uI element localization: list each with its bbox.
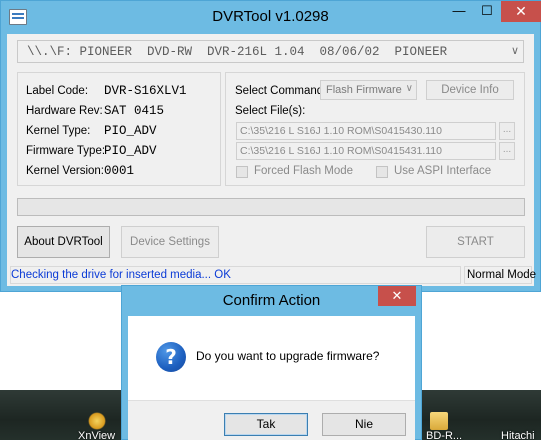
select-command-label: Select Command: bbox=[235, 85, 327, 97]
close-button[interactable]: ✕ bbox=[501, 1, 541, 22]
minimize-button[interactable]: — bbox=[446, 1, 472, 22]
drive-path: \\.\F: PIONEER DVD-RW DVR-216L 1.04 08/0… bbox=[27, 45, 448, 59]
aspi-label: Use ASPI Interface bbox=[394, 165, 492, 177]
forced-flash-label: Forced Flash Mode bbox=[254, 165, 354, 177]
status-mode-panel: Normal Mode bbox=[464, 266, 536, 284]
dialog-title: Confirm Action bbox=[222, 292, 321, 309]
desktop-item-xnview[interactable]: XnView bbox=[78, 430, 115, 440]
dialog-close-button[interactable]: ✕ bbox=[378, 286, 416, 306]
window-client-area: \\.\F: PIONEER DVD-RW DVR-216L 1.04 08/0… bbox=[7, 34, 536, 286]
hardware-rev-label: Hardware Rev: bbox=[26, 105, 103, 117]
command-select[interactable]: Flash Firmware ∨ bbox=[320, 80, 417, 100]
folder-icon[interactable] bbox=[430, 412, 448, 430]
drive-info-panel: Label Code: DVR-S16XLV1 Hardware Rev: SA… bbox=[17, 72, 221, 186]
dvrtool-window: DVRTool v1.0298 — ☐ ✕ \\.\F: PIONEER DVD… bbox=[0, 0, 541, 292]
kernel-type-value: PIO_ADV bbox=[104, 124, 157, 138]
label-code-value: DVR-S16XLV1 bbox=[104, 84, 187, 98]
file-input-2[interactable]: C:\35\216 L S16J 1.10 ROM\S0415431.110 bbox=[236, 142, 496, 160]
yes-button[interactable]: Tak bbox=[224, 413, 308, 436]
start-button[interactable]: START bbox=[426, 226, 525, 258]
title-bar[interactable]: DVRTool v1.0298 — ☐ ✕ bbox=[1, 1, 541, 34]
chevron-down-icon[interactable]: ∨ bbox=[511, 44, 519, 57]
command-select-value: Flash Firmware bbox=[326, 84, 402, 96]
dialog-message: Do you want to upgrade firmware? bbox=[196, 349, 380, 363]
chevron-down-icon: ∨ bbox=[405, 83, 413, 94]
confirm-dialog: Confirm Action ✕ ? Do you want to upgrad… bbox=[121, 285, 422, 440]
about-button[interactable]: About DVRTool bbox=[17, 226, 110, 258]
xnview-icon[interactable] bbox=[88, 412, 106, 430]
kernel-version-label: Kernel Version: bbox=[26, 165, 104, 177]
file-path-2: C:\35\216 L S16J 1.10 ROM\S0415431.110 bbox=[240, 145, 442, 157]
desktop-item-hitachi[interactable]: Hitachi bbox=[501, 430, 535, 440]
dialog-body: ? Do you want to upgrade firmware? Tak N… bbox=[128, 316, 415, 440]
kernel-type-label: Kernel Type: bbox=[26, 125, 91, 137]
question-icon: ? bbox=[156, 342, 186, 372]
kernel-version-value: 0001 bbox=[104, 164, 135, 178]
firmware-type-value: PIO_ADV bbox=[104, 144, 157, 158]
device-info-button[interactable]: Device Info bbox=[426, 80, 514, 100]
drive-select[interactable]: \\.\F: PIONEER DVD-RW DVR-216L 1.04 08/0… bbox=[17, 40, 524, 63]
status-mode: Normal Mode bbox=[467, 269, 537, 281]
file-input-1[interactable]: C:\35\216 L S16J 1.10 ROM\S0415430.110 bbox=[236, 122, 496, 140]
hardware-rev-value: SAT 0415 bbox=[104, 104, 165, 118]
aspi-checkbox[interactable] bbox=[376, 166, 388, 178]
select-files-label: Select File(s): bbox=[235, 105, 306, 117]
status-message-panel: Checking the drive for inserted media...… bbox=[10, 266, 461, 284]
dialog-footer: Tak Nie bbox=[128, 400, 415, 440]
browse-button-2[interactable]: ... bbox=[499, 142, 515, 160]
progress-bar bbox=[17, 198, 525, 216]
firmware-type-label: Firmware Type: bbox=[26, 145, 106, 157]
label-code-label: Label Code: bbox=[26, 85, 89, 97]
status-message: Checking the drive for inserted media...… bbox=[11, 269, 231, 281]
browse-button-1[interactable]: ... bbox=[499, 122, 515, 140]
command-panel: Select Command: Flash Firmware ∨ Device … bbox=[225, 72, 525, 186]
device-settings-button[interactable]: Device Settings bbox=[121, 226, 219, 258]
forced-flash-checkbox[interactable] bbox=[236, 166, 248, 178]
no-button[interactable]: Nie bbox=[322, 413, 406, 436]
desktop-item-bdr[interactable]: BD-R... bbox=[426, 430, 462, 440]
maximize-button[interactable]: ☐ bbox=[474, 1, 500, 22]
file-path-1: C:\35\216 L S16J 1.10 ROM\S0415430.110 bbox=[240, 125, 442, 137]
status-bar: Checking the drive for inserted media...… bbox=[7, 265, 536, 286]
